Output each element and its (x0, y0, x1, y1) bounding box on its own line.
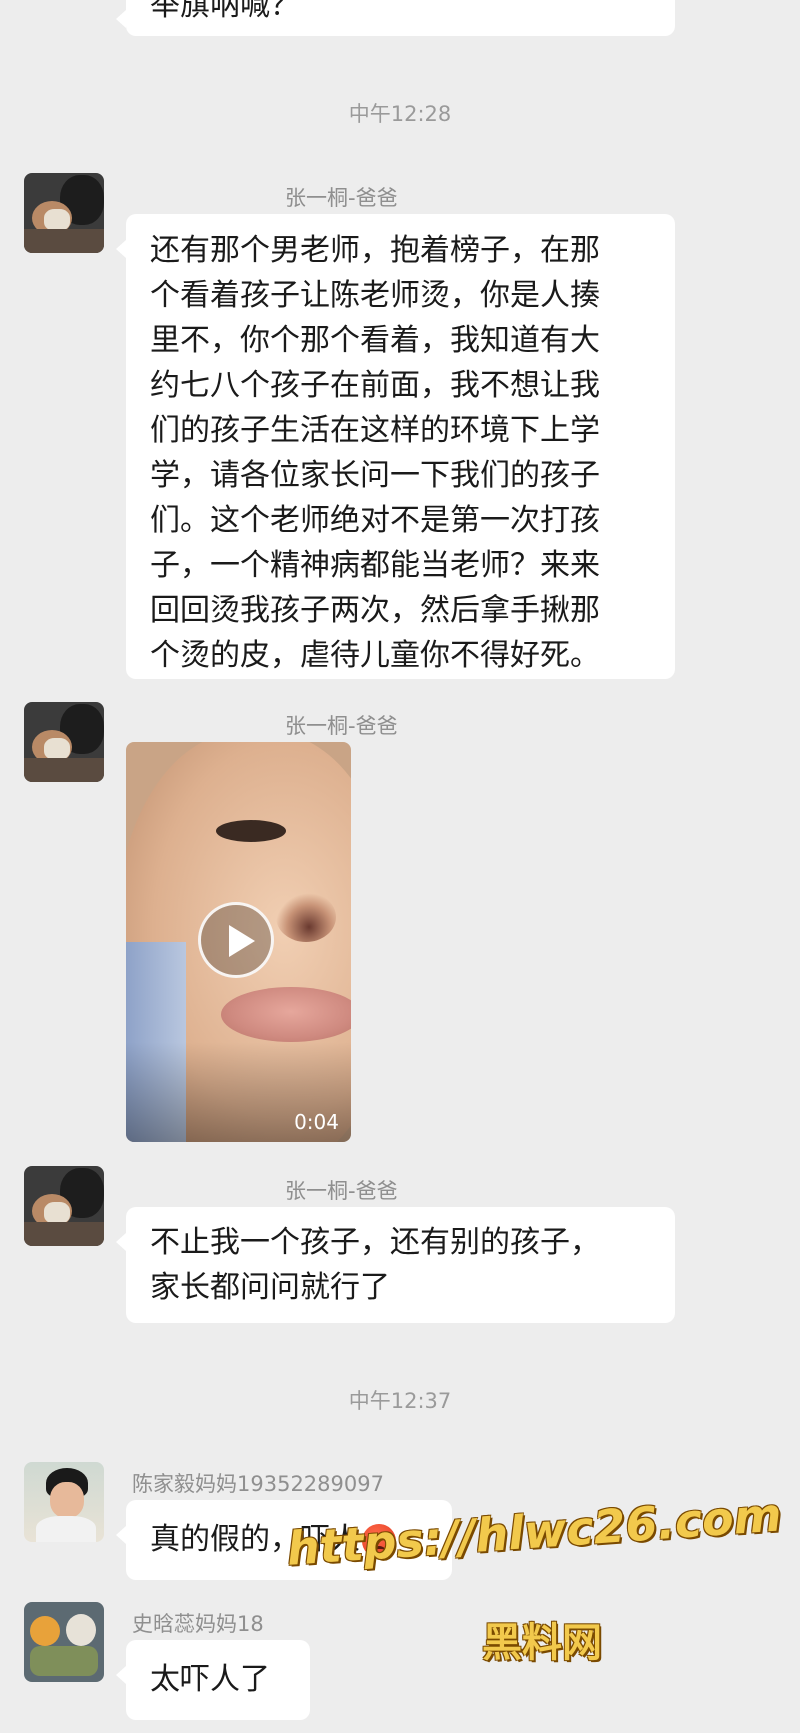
sender-name: 张一桐-爸爸 (285, 714, 398, 738)
message-line: 们。这个老师绝对不是第一次打孩 (150, 503, 600, 538)
message-line: 不止我一个孩子，还有别的孩子， (150, 1225, 600, 1260)
message-line: 子，一个精神病都能当老师？来来 (150, 548, 600, 583)
message-bubble[interactable]: 太吓人了 (116, 1640, 310, 1720)
message-bubble[interactable]: 不止我一个孩子，还有别的孩子， 家长都问问就行了 (116, 1207, 675, 1323)
message-bubble[interactable]: 还有那个男老师，抱着榜子，在那 个看着孩子让陈老师烫，你是人揍 里不，你个那个看… (116, 214, 675, 679)
sender-name: 陈家毅妈妈19352289097 (132, 1472, 384, 1496)
timestamp: 中午12:28 (348, 102, 452, 126)
watermark-name: 黑料网 (482, 1620, 602, 1666)
video-duration: 0:04 (294, 1110, 339, 1134)
message-line: 个烫的皮，虐待儿童你不得好死。 (150, 638, 600, 673)
video-message[interactable]: 0:04 (126, 742, 351, 1142)
sender-name: 张一桐-爸爸 (285, 1179, 398, 1203)
sender-avatar[interactable] (24, 1462, 104, 1542)
message-line: 们的孩子生活在这样的环境下上学 (150, 413, 600, 448)
message-line: 学，请各位家长问一下我们的孩子 (150, 458, 600, 493)
previous-message-text: 举旗呐喊？ (150, 0, 300, 23)
sender-avatar[interactable] (24, 173, 104, 253)
sender-name: 张一桐-爸爸 (285, 186, 398, 210)
message-line: 约七八个孩子在前面，我不想让我 (150, 368, 600, 403)
message-line: 还有那个男老师，抱着榜子，在那 (150, 233, 600, 268)
sender-avatar[interactable] (24, 702, 104, 782)
sender-avatar[interactable] (24, 1602, 104, 1682)
play-icon[interactable] (198, 902, 274, 978)
message-line: 个看着孩子让陈老师烫，你是人揍 (150, 278, 600, 313)
sender-name: 史晗蕊妈妈18 (132, 1612, 264, 1636)
timestamp: 中午12:37 (348, 1389, 452, 1413)
message-line: 回回烫我孩子两次，然后拿手揪那 (150, 593, 600, 628)
message-text: 太吓人了 (150, 1662, 270, 1697)
message-line: 家长都问问就行了 (150, 1270, 390, 1305)
sender-avatar[interactable] (24, 1166, 104, 1246)
message-line: 里不，你个那个看着，我知道有大 (150, 323, 600, 358)
previous-message-bubble[interactable]: 举旗呐喊？ (116, 0, 675, 36)
